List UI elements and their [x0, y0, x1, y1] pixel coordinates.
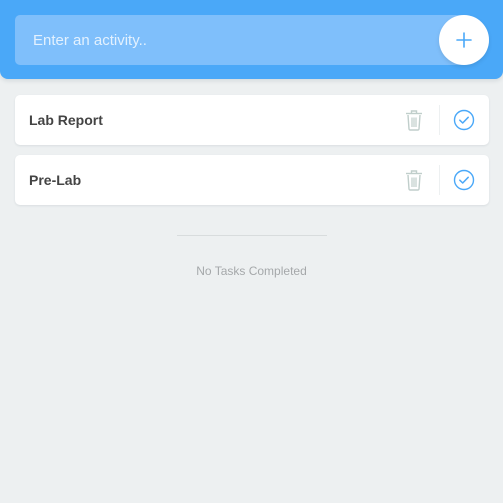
check-circle-icon — [453, 169, 475, 191]
remove-button[interactable] — [389, 155, 439, 205]
todo-item: Lab Report — [15, 95, 489, 145]
activity-input[interactable] — [15, 15, 439, 65]
trash-icon — [406, 110, 422, 131]
trash-icon — [406, 170, 422, 191]
todo-text: Pre-Lab — [29, 172, 82, 188]
add-button[interactable] — [439, 15, 489, 65]
header — [0, 0, 503, 79]
remove-button[interactable] — [389, 95, 439, 145]
todo-buttons — [389, 95, 489, 145]
complete-button[interactable] — [439, 95, 489, 145]
check-circle-icon — [453, 109, 475, 131]
todo-list: Lab Report Pre-Lab — [15, 95, 489, 215]
input-wrapper — [15, 15, 489, 65]
completed-divider — [177, 235, 327, 236]
todo-item: Pre-Lab — [15, 155, 489, 205]
plus-icon — [456, 32, 472, 48]
todo-buttons — [389, 155, 489, 205]
complete-button[interactable] — [439, 155, 489, 205]
completed-empty-label: No Tasks Completed — [196, 264, 307, 278]
todo-text: Lab Report — [29, 112, 103, 128]
